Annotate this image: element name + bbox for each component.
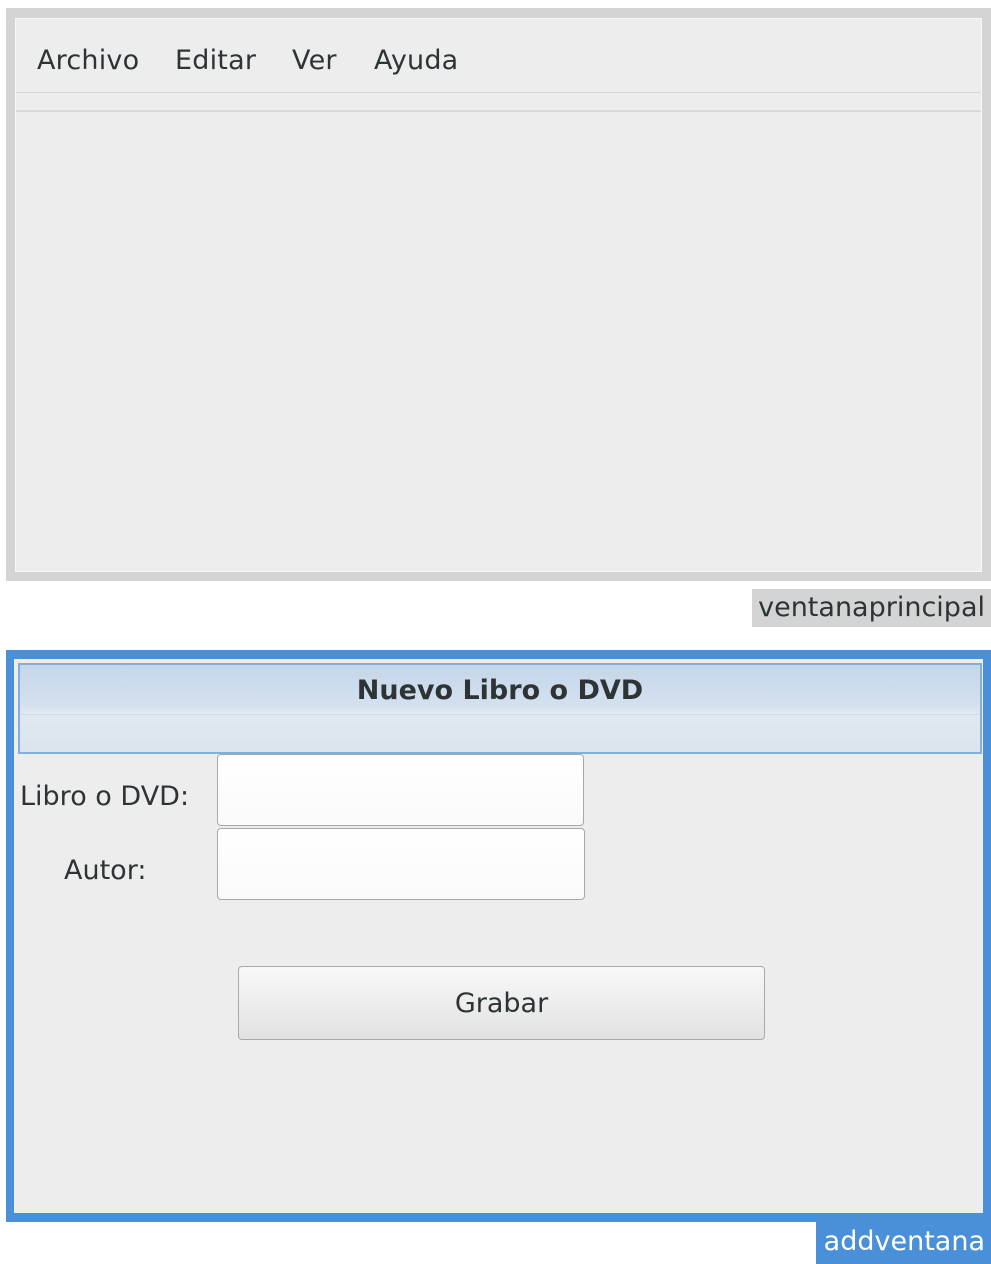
- main-window-name-tag: ventanaprincipal: [752, 589, 991, 627]
- item-label: Libro o DVD:: [20, 781, 190, 812]
- main-window: Archivo Editar Ver Ayuda: [6, 8, 991, 581]
- titlebar-divider: [20, 714, 980, 715]
- author-input[interactable]: [217, 828, 585, 900]
- main-window-content: Archivo Editar Ver Ayuda: [15, 18, 982, 572]
- add-window: Nuevo Libro o DVD Libro o DVD: Autor: Gr…: [6, 650, 991, 1222]
- add-window-name-tag: addventana: [816, 1220, 991, 1264]
- menu-ayuda[interactable]: Ayuda: [374, 45, 458, 76]
- menu-ver[interactable]: Ver: [292, 45, 337, 76]
- menu-editar[interactable]: Editar: [175, 45, 256, 76]
- dialog-titlebar[interactable]: Nuevo Libro o DVD: [18, 663, 982, 754]
- menu-bar: Archivo Editar Ver Ayuda: [16, 19, 981, 111]
- save-button[interactable]: Grabar: [238, 966, 765, 1040]
- author-label: Autor:: [64, 855, 147, 886]
- add-window-content: Nuevo Libro o DVD Libro o DVD: Autor: Gr…: [14, 659, 983, 1213]
- dialog-title: Nuevo Libro o DVD: [356, 675, 644, 706]
- item-input[interactable]: [217, 754, 584, 826]
- menu-archivo[interactable]: Archivo: [37, 45, 139, 76]
- menu-separator: [16, 111, 981, 112]
